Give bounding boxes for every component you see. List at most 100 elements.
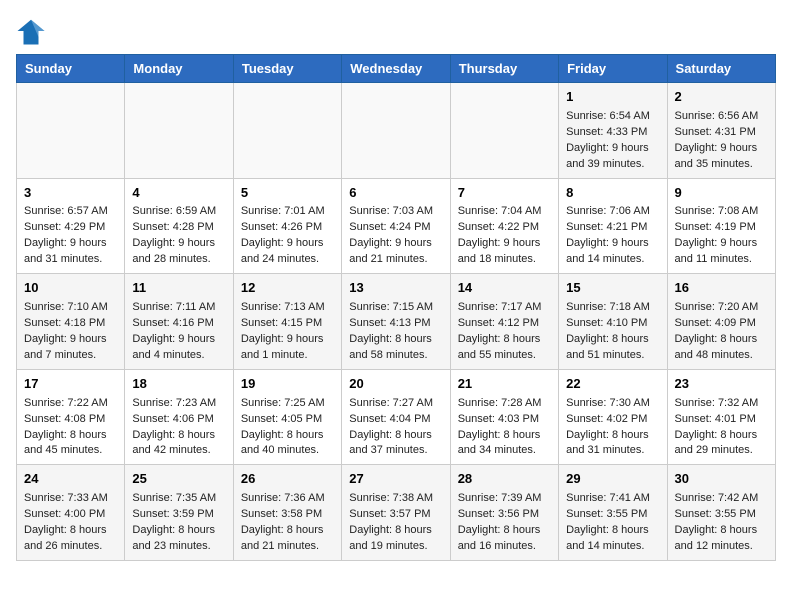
day-cell: 22 Sunrise: 7:30 AMSunset: 4:02 PMDayligh… xyxy=(559,369,667,465)
logo xyxy=(16,16,50,46)
day-cell xyxy=(450,83,558,179)
day-number: 3 xyxy=(24,184,117,203)
day-number: 12 xyxy=(241,279,334,298)
day-cell: 4Sunrise: 6:59 AMSunset: 4:28 PMDaylight… xyxy=(125,178,233,274)
day-info: Sunrise: 7:08 AMSunset: 4:19 PMDaylight:… xyxy=(675,204,768,268)
day-info: Sunrise: 7:28 AMSunset: 4:03 PMDaylight:… xyxy=(458,396,551,460)
day-number: 24 xyxy=(24,470,117,489)
day-info: Sunrise: 7:22 AMSunset: 4:08 PMDaylight:… xyxy=(24,396,117,460)
day-header-wednesday: Wednesday xyxy=(342,55,450,83)
week-row-4: 17 Sunrise: 7:22 AMSunset: 4:08 PMDayligh… xyxy=(17,369,776,465)
day-info: Sunrise: 7:15 AMSunset: 4:13 PMDaylight:… xyxy=(349,300,442,364)
day-header-saturday: Saturday xyxy=(667,55,775,83)
day-cell: 28 Sunrise: 7:39 AMSunset: 3:56 PMDayligh… xyxy=(450,465,558,561)
day-number: 11 xyxy=(132,279,225,298)
day-number: 9 xyxy=(675,184,768,203)
day-info: Sunrise: 7:42 AMSunset: 3:55 PMDaylight:… xyxy=(675,491,768,555)
header-row: SundayMondayTuesdayWednesdayThursdayFrid… xyxy=(17,55,776,83)
day-header-sunday: Sunday xyxy=(17,55,125,83)
day-number: 7 xyxy=(458,184,551,203)
day-cell: 10 Sunrise: 7:10 AMSunset: 4:18 PMDayligh… xyxy=(17,274,125,370)
day-cell: 26 Sunrise: 7:36 AMSunset: 3:58 PMDayligh… xyxy=(233,465,341,561)
day-cell: 7Sunrise: 7:04 AMSunset: 4:22 PMDaylight… xyxy=(450,178,558,274)
day-info: Sunrise: 6:54 AMSunset: 4:33 PMDaylight:… xyxy=(566,109,659,173)
day-info: Sunrise: 7:27 AMSunset: 4:04 PMDaylight:… xyxy=(349,396,442,460)
calendar-table: SundayMondayTuesdayWednesdayThursdayFrid… xyxy=(16,54,776,561)
week-row-2: 3Sunrise: 6:57 AMSunset: 4:29 PMDaylight… xyxy=(17,178,776,274)
day-cell: 9Sunrise: 7:08 AMSunset: 4:19 PMDaylight… xyxy=(667,178,775,274)
day-cell: 16 Sunrise: 7:20 AMSunset: 4:09 PMDayligh… xyxy=(667,274,775,370)
day-cell: 1Sunrise: 6:54 AMSunset: 4:33 PMDaylight… xyxy=(559,83,667,179)
day-number: 17 xyxy=(24,375,117,394)
day-cell: 13 Sunrise: 7:15 AMSunset: 4:13 PMDayligh… xyxy=(342,274,450,370)
day-cell: 27 Sunrise: 7:38 AMSunset: 3:57 PMDayligh… xyxy=(342,465,450,561)
day-number: 22 xyxy=(566,375,659,394)
day-info: Sunrise: 7:17 AMSunset: 4:12 PMDaylight:… xyxy=(458,300,551,364)
day-cell: 17 Sunrise: 7:22 AMSunset: 4:08 PMDayligh… xyxy=(17,369,125,465)
day-cell: 20 Sunrise: 7:27 AMSunset: 4:04 PMDayligh… xyxy=(342,369,450,465)
day-header-friday: Friday xyxy=(559,55,667,83)
day-cell: 11 Sunrise: 7:11 AMSunset: 4:16 PMDayligh… xyxy=(125,274,233,370)
day-info: Sunrise: 7:06 AMSunset: 4:21 PMDaylight:… xyxy=(566,204,659,268)
day-cell: 2 Sunrise: 6:56 AMSunset: 4:31 PMDaylight… xyxy=(667,83,775,179)
day-number: 16 xyxy=(675,279,768,298)
day-info: Sunrise: 6:59 AMSunset: 4:28 PMDaylight:… xyxy=(132,204,225,268)
page-header xyxy=(16,16,776,46)
day-info: Sunrise: 6:56 AMSunset: 4:31 PMDaylight:… xyxy=(675,109,768,173)
day-info: Sunrise: 7:39 AMSunset: 3:56 PMDaylight:… xyxy=(458,491,551,555)
day-number: 20 xyxy=(349,375,442,394)
day-cell: 5Sunrise: 7:01 AMSunset: 4:26 PMDaylight… xyxy=(233,178,341,274)
day-info: Sunrise: 7:30 AMSunset: 4:02 PMDaylight:… xyxy=(566,396,659,460)
day-cell: 29 Sunrise: 7:41 AMSunset: 3:55 PMDayligh… xyxy=(559,465,667,561)
day-cell: 6Sunrise: 7:03 AMSunset: 4:24 PMDaylight… xyxy=(342,178,450,274)
day-info: Sunrise: 7:23 AMSunset: 4:06 PMDaylight:… xyxy=(132,396,225,460)
day-number: 10 xyxy=(24,279,117,298)
day-header-tuesday: Tuesday xyxy=(233,55,341,83)
day-info: Sunrise: 7:36 AMSunset: 3:58 PMDaylight:… xyxy=(241,491,334,555)
day-cell xyxy=(342,83,450,179)
day-cell xyxy=(17,83,125,179)
week-row-5: 24 Sunrise: 7:33 AMSunset: 4:00 PMDayligh… xyxy=(17,465,776,561)
day-info: Sunrise: 7:10 AMSunset: 4:18 PMDaylight:… xyxy=(24,300,117,364)
day-info: Sunrise: 7:01 AMSunset: 4:26 PMDaylight:… xyxy=(241,204,334,268)
day-number: 25 xyxy=(132,470,225,489)
day-number: 2 xyxy=(675,88,768,107)
day-number: 14 xyxy=(458,279,551,298)
day-number: 19 xyxy=(241,375,334,394)
day-info: Sunrise: 7:32 AMSunset: 4:01 PMDaylight:… xyxy=(675,396,768,460)
day-info: Sunrise: 7:38 AMSunset: 3:57 PMDaylight:… xyxy=(349,491,442,555)
day-cell: 18Sunrise: 7:23 AMSunset: 4:06 PMDayligh… xyxy=(125,369,233,465)
week-row-3: 10 Sunrise: 7:10 AMSunset: 4:18 PMDayligh… xyxy=(17,274,776,370)
day-cell: 8Sunrise: 7:06 AMSunset: 4:21 PMDaylight… xyxy=(559,178,667,274)
day-number: 26 xyxy=(241,470,334,489)
day-cell: 15Sunrise: 7:18 AMSunset: 4:10 PMDayligh… xyxy=(559,274,667,370)
day-number: 30 xyxy=(675,470,768,489)
day-number: 27 xyxy=(349,470,442,489)
day-info: Sunrise: 7:41 AMSunset: 3:55 PMDaylight:… xyxy=(566,491,659,555)
day-info: Sunrise: 7:03 AMSunset: 4:24 PMDaylight:… xyxy=(349,204,442,268)
day-cell: 14 Sunrise: 7:17 AMSunset: 4:12 PMDayligh… xyxy=(450,274,558,370)
day-header-thursday: Thursday xyxy=(450,55,558,83)
week-row-1: 1Sunrise: 6:54 AMSunset: 4:33 PMDaylight… xyxy=(17,83,776,179)
day-number: 15 xyxy=(566,279,659,298)
day-number: 6 xyxy=(349,184,442,203)
day-info: Sunrise: 7:11 AMSunset: 4:16 PMDaylight:… xyxy=(132,300,225,364)
day-info: Sunrise: 7:25 AMSunset: 4:05 PMDaylight:… xyxy=(241,396,334,460)
day-number: 29 xyxy=(566,470,659,489)
day-cell: 24 Sunrise: 7:33 AMSunset: 4:00 PMDayligh… xyxy=(17,465,125,561)
day-number: 13 xyxy=(349,279,442,298)
day-cell: 19 Sunrise: 7:25 AMSunset: 4:05 PMDayligh… xyxy=(233,369,341,465)
day-cell: 25 Sunrise: 7:35 AMSunset: 3:59 PMDayligh… xyxy=(125,465,233,561)
day-info: Sunrise: 7:13 AMSunset: 4:15 PMDaylight:… xyxy=(241,300,334,364)
day-info: Sunrise: 7:35 AMSunset: 3:59 PMDaylight:… xyxy=(132,491,225,555)
day-cell xyxy=(233,83,341,179)
day-info: Sunrise: 7:20 AMSunset: 4:09 PMDaylight:… xyxy=(675,300,768,364)
day-info: Sunrise: 6:57 AMSunset: 4:29 PMDaylight:… xyxy=(24,204,117,268)
day-number: 8 xyxy=(566,184,659,203)
logo-icon xyxy=(16,16,46,46)
day-header-monday: Monday xyxy=(125,55,233,83)
day-cell: 23Sunrise: 7:32 AMSunset: 4:01 PMDayligh… xyxy=(667,369,775,465)
day-info: Sunrise: 7:33 AMSunset: 4:00 PMDaylight:… xyxy=(24,491,117,555)
day-number: 4 xyxy=(132,184,225,203)
day-number: 28 xyxy=(458,470,551,489)
